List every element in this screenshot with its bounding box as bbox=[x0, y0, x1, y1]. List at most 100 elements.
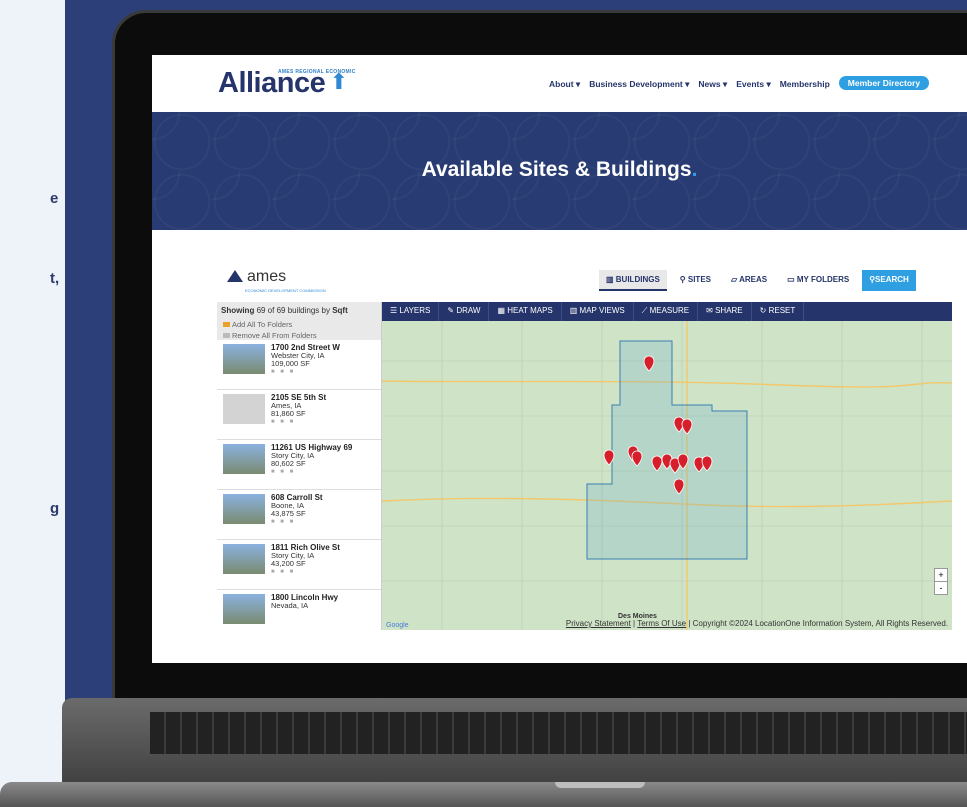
measure-button[interactable]: ⟋ MEASURE bbox=[634, 302, 699, 321]
copyright-text: Copyright ©2024 LocationOne Information … bbox=[692, 619, 948, 628]
item-sqft: 109,000 SF bbox=[271, 359, 310, 368]
item-action-icons[interactable]: ■ ■ ■ bbox=[271, 568, 340, 576]
text-fragment: e bbox=[50, 190, 59, 207]
add-all-label: Add All To Folders bbox=[232, 320, 293, 329]
nav-about[interactable]: About ▾ bbox=[549, 79, 580, 90]
list-item[interactable]: 1700 2nd Street W Webster City, IA 109,000… bbox=[217, 340, 381, 390]
folder-icon: ▭ bbox=[787, 275, 797, 284]
results-list[interactable]: Showing 69 of 69 buildings by Sqft Add A… bbox=[217, 302, 382, 630]
app-header: ames ECONOMIC DEVELOPMENT COMMISSION ▥ B… bbox=[217, 260, 952, 302]
results-summary: Showing 69 of 69 buildings by Sqft bbox=[217, 302, 381, 319]
laptop-base bbox=[0, 690, 967, 807]
reset-button[interactable]: ↻ RESET bbox=[752, 302, 805, 321]
summary-prefix: Showing bbox=[221, 306, 255, 315]
folder-icon bbox=[223, 322, 230, 327]
nav-membership[interactable]: Membership bbox=[780, 79, 830, 90]
laptop-notch bbox=[555, 782, 645, 788]
share-button[interactable]: ✉ SHARE bbox=[698, 302, 752, 321]
tool-label: HEAT MAPS bbox=[507, 306, 553, 315]
page-title-text: Available Sites & Buildings bbox=[421, 158, 692, 181]
tool-label: RESET bbox=[768, 306, 796, 315]
zoom-out-button[interactable]: - bbox=[935, 582, 947, 594]
map-views-button[interactable]: ▥ MAP VIEWS bbox=[562, 302, 634, 321]
locationone-app: ames ECONOMIC DEVELOPMENT COMMISSION ▥ B… bbox=[217, 260, 952, 630]
item-sqft: 81,860 SF bbox=[271, 409, 306, 418]
building-photo-placeholder bbox=[223, 394, 265, 424]
nav-news[interactable]: News ▾ bbox=[698, 79, 727, 90]
building-photo bbox=[223, 494, 265, 524]
heatmap-icon: ▦ bbox=[497, 306, 508, 315]
laptop-screen: AMES REGIONAL ECONOMIC Alliance ⬆ About … bbox=[152, 55, 967, 663]
item-sqft: 80,602 SF bbox=[271, 459, 306, 468]
alliance-logo[interactable]: AMES REGIONAL ECONOMIC Alliance ⬆ bbox=[218, 67, 355, 100]
app-tabs: ▥ BUILDINGS ⚲ SITES ▱ AREAS ▭ MY FOLDERS… bbox=[599, 270, 916, 291]
folder-icon bbox=[223, 333, 230, 338]
list-item[interactable]: 1811 Rich Olive St Story City, IA 43,200 S… bbox=[217, 540, 381, 590]
ames-logo-sub: ECONOMIC DEVELOPMENT COMMISSION bbox=[245, 288, 326, 293]
terms-link[interactable]: Terms Of Use bbox=[637, 619, 686, 628]
item-sqft: 43,200 SF bbox=[271, 559, 306, 568]
item-sqft: 43,875 SF bbox=[271, 509, 306, 518]
ames-triangle-icon bbox=[227, 270, 243, 282]
list-item[interactable]: 2105 SE 5th St Ames, IA 81,860 SF ■ ■ ■ bbox=[217, 390, 381, 440]
tool-label: DRAW bbox=[456, 306, 481, 315]
tool-label: MAP VIEWS bbox=[579, 306, 625, 315]
heat-maps-button[interactable]: ▦ HEAT MAPS bbox=[489, 302, 562, 321]
app-footer: Privacy Statement | Terms Of Use | Copyr… bbox=[565, 619, 948, 628]
item-action-icons[interactable]: ■ ■ ■ bbox=[271, 468, 352, 476]
privacy-link[interactable]: Privacy Statement bbox=[566, 619, 631, 628]
map-svg: Des Moines Google bbox=[382, 321, 952, 630]
left-text-panel: e t, g bbox=[0, 0, 65, 807]
tab-my-folders[interactable]: ▭ MY FOLDERS bbox=[780, 270, 856, 291]
tab-label: MY FOLDERS bbox=[796, 275, 850, 284]
item-action-icons[interactable]: ■ ■ ■ bbox=[271, 418, 326, 426]
hero-banner: Available Sites & Buildings. bbox=[152, 112, 967, 230]
map-icon: ▥ bbox=[569, 306, 580, 315]
layers-icon: ☰ bbox=[390, 306, 400, 315]
member-directory-button[interactable]: Member Directory bbox=[838, 76, 930, 90]
site-header: AMES REGIONAL ECONOMIC Alliance ⬆ About … bbox=[152, 55, 967, 112]
draw-button[interactable]: ✎ DRAW bbox=[439, 302, 490, 321]
zoom-in-button[interactable]: + bbox=[935, 569, 947, 582]
tab-sites[interactable]: ⚲ SITES bbox=[673, 270, 718, 291]
text-fragment: g bbox=[50, 500, 60, 517]
remove-all-label: Remove All From Folders bbox=[232, 331, 317, 340]
add-all-to-folders[interactable]: Add All To Folders bbox=[217, 319, 381, 330]
reset-icon: ↻ bbox=[759, 306, 769, 315]
sort-field[interactable]: Sqft bbox=[332, 306, 348, 315]
zoom-controls: + - bbox=[934, 568, 948, 595]
map-canvas[interactable]: Des Moines Google + - bbox=[382, 321, 952, 630]
nav-business-development[interactable]: Business Development ▾ bbox=[589, 79, 689, 90]
item-action-icons[interactable]: ■ ■ ■ bbox=[271, 368, 340, 376]
title-dot: . bbox=[691, 158, 698, 181]
item-city: Nevada, IA bbox=[271, 601, 309, 610]
page-title: Available Sites & Buildings. bbox=[152, 158, 967, 182]
search-label: SEARCH bbox=[875, 275, 909, 284]
tab-buildings[interactable]: ▥ BUILDINGS bbox=[599, 270, 667, 291]
tool-label: LAYERS bbox=[399, 306, 431, 315]
search-button[interactable]: ⚲SEARCH bbox=[862, 270, 916, 291]
tool-label: SHARE bbox=[715, 306, 743, 315]
pencil-icon: ✎ bbox=[447, 306, 457, 315]
areas-icon: ▱ bbox=[731, 275, 740, 284]
sites-icon: ⚲ bbox=[679, 275, 688, 284]
main-nav: About ▾ Business Development ▾ News ▾ Ev… bbox=[549, 76, 930, 90]
building-photo bbox=[223, 544, 265, 574]
nav-events[interactable]: Events ▾ bbox=[736, 79, 771, 90]
summary-count: 69 of 69 buildings by bbox=[256, 306, 330, 315]
list-item[interactable]: 11261 US Highway 69 Story City, IA 80,602 … bbox=[217, 440, 381, 490]
item-action-icons[interactable]: ■ ■ ■ bbox=[271, 518, 323, 526]
keyboard bbox=[150, 712, 967, 754]
buildings-icon: ▥ bbox=[606, 275, 616, 284]
laptop-front-edge bbox=[0, 782, 967, 807]
ames-logo-word: ames bbox=[247, 268, 287, 285]
results-items: 1700 2nd Street W Webster City, IA 109,000… bbox=[217, 340, 381, 630]
layers-button[interactable]: ☰ LAYERS bbox=[382, 302, 440, 321]
building-photo bbox=[223, 444, 265, 474]
ames-logo[interactable]: ames ECONOMIC DEVELOPMENT COMMISSION bbox=[227, 268, 326, 293]
tab-areas[interactable]: ▱ AREAS bbox=[724, 270, 774, 291]
tab-label: BUILDINGS bbox=[615, 275, 660, 284]
list-item[interactable]: 608 Carroll St Boone, IA 43,875 SF ■ ■ ■ bbox=[217, 490, 381, 540]
envelope-icon: ✉ bbox=[706, 306, 716, 315]
tool-label: MEASURE bbox=[649, 306, 690, 315]
